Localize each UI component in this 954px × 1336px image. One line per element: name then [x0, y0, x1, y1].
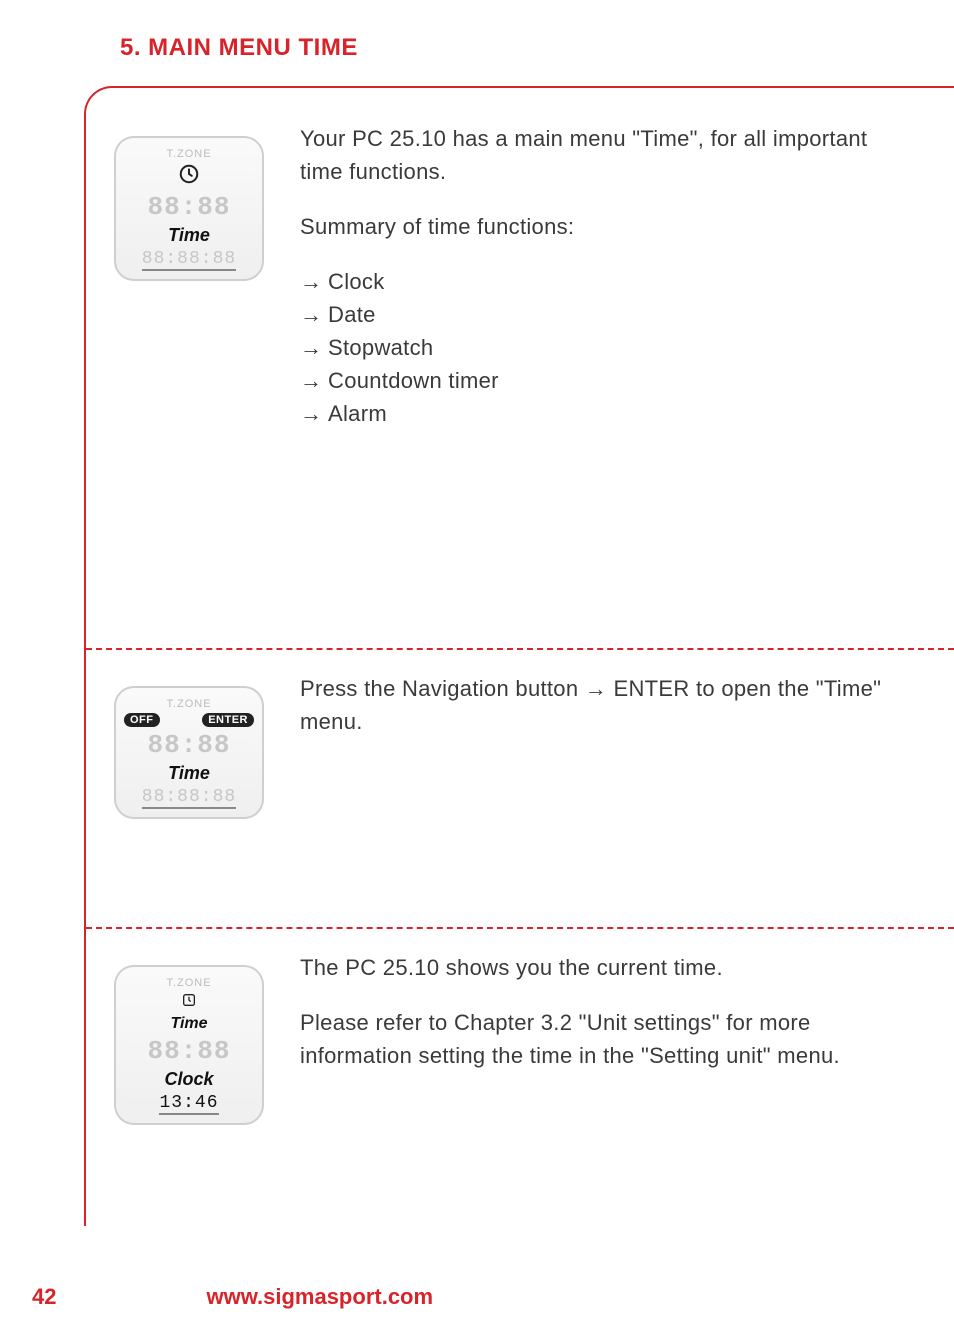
- enter-pill: ENTER: [202, 713, 254, 727]
- block2-text: Press the Navigation button → ENTER to o…: [300, 666, 890, 760]
- footer-url: www.sigmasport.com: [206, 1284, 433, 1310]
- screen-label-main: Time: [168, 225, 210, 246]
- screen-seg-bottom: 13:46: [159, 1093, 218, 1115]
- clock-small-icon: [181, 992, 197, 1012]
- block-time-overview: T.ZONE 88:88 Time 88:88:88 Your PC 25.10…: [114, 116, 930, 650]
- off-pill: OFF: [124, 713, 160, 727]
- device-screen-enter: T.ZONE OFF ENTER 88:88 Time 88:88:88: [114, 686, 274, 819]
- screen-sub-label: Time: [170, 1015, 207, 1033]
- block3-text: The PC 25.10 shows you the current time.…: [300, 945, 890, 1094]
- screen-seg-bottom: 88:88:88: [142, 787, 236, 809]
- block3-line2: Please refer to Chapter 3.2 "Unit settin…: [300, 1006, 890, 1072]
- list-item: Countdown timer: [300, 364, 890, 397]
- device-screen-time: T.ZONE 88:88 Time 88:88:88: [114, 136, 274, 281]
- screen-seg-top: 88:88: [147, 730, 230, 760]
- block1-text: Your PC 25.10 has a main menu "Time", fo…: [300, 116, 890, 430]
- screen-label-main: Clock: [164, 1069, 213, 1090]
- block-enter-menu: T.ZONE OFF ENTER 88:88 Time 88:88:88 Pre…: [114, 650, 930, 929]
- screen-seg-top: 88:88: [147, 1036, 230, 1066]
- block3-line1: The PC 25.10 shows you the current time.: [300, 951, 890, 984]
- screen-label-main: Time: [168, 763, 210, 784]
- block1-summary-head: Summary of time functions:: [300, 210, 890, 243]
- device-screen-clock: T.ZONE Time 88:88 Clock 13:46: [114, 965, 274, 1125]
- content-frame: T.ZONE 88:88 Time 88:88:88 Your PC 25.10…: [84, 86, 954, 1226]
- screen-seg-bottom: 88:88:88: [142, 249, 236, 271]
- screen-zone-label: T.ZONE: [166, 148, 211, 160]
- block2-line: Press the Navigation button → ENTER to o…: [300, 672, 890, 738]
- block-current-time: T.ZONE Time 88:88 Clock 13:46 The PC 25.…: [114, 929, 930, 1165]
- list-item: Alarm: [300, 397, 890, 430]
- page-number: 42: [32, 1284, 56, 1310]
- list-item: Date: [300, 298, 890, 331]
- screen-zone-label: T.ZONE: [166, 698, 211, 710]
- block1-intro: Your PC 25.10 has a main menu "Time", fo…: [300, 122, 890, 188]
- section-title: 5. MAIN MENU TIME: [120, 34, 954, 62]
- screen-zone-label: T.ZONE: [166, 977, 211, 989]
- screen-seg-top: 88:88: [147, 192, 230, 222]
- list-item: Clock: [300, 265, 890, 298]
- time-function-list: Clock Date Stopwatch Countdown timer Ala…: [300, 265, 890, 430]
- list-item: Stopwatch: [300, 331, 890, 364]
- page-footer: 42 www.sigmasport.com: [0, 1284, 954, 1310]
- clock-icon: [178, 163, 200, 189]
